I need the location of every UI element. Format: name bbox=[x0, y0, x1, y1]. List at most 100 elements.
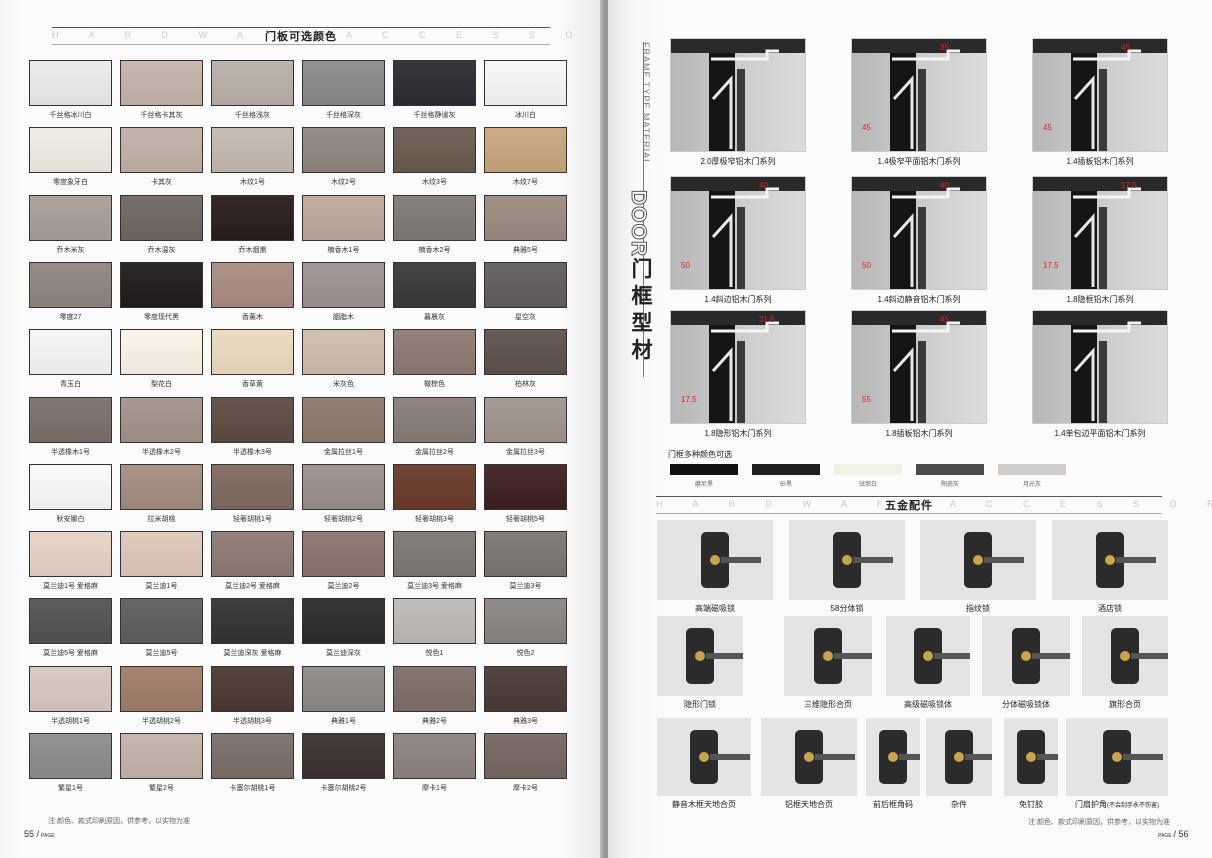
swatch-label: 典雅2号 bbox=[422, 717, 447, 725]
frame-profile-label: 1.8隐框铝木门系列 bbox=[1066, 295, 1134, 304]
swatch-label: 半透橡木2号 bbox=[142, 448, 181, 456]
color-swatch: 木纹7号 bbox=[484, 127, 567, 187]
swatch-chip bbox=[302, 60, 385, 106]
swatch-label: 卡其灰 bbox=[151, 179, 172, 187]
right-page: FRAME TYPE MATERIAL DOOR 门 框 型 材 2.0厚极窄铝… bbox=[608, 0, 1212, 858]
hardware-image bbox=[657, 718, 751, 796]
color-swatch: 柏林灰 bbox=[484, 329, 567, 389]
color-swatch: 轻奢胡桃3号 bbox=[393, 463, 476, 524]
color-swatch: 木纹2号 bbox=[302, 127, 385, 187]
color-swatch: 木纹1号 bbox=[211, 127, 294, 187]
color-swatch: 典雅5号 bbox=[484, 194, 567, 255]
frame-profile-drawing bbox=[671, 39, 805, 151]
swatch-label: 莫兰迪深灰 bbox=[326, 650, 361, 658]
color-swatch: 繁星2号 bbox=[120, 733, 203, 793]
hardware-drawing bbox=[833, 532, 893, 588]
swatch-label: 半透胡桃1号 bbox=[51, 717, 90, 725]
color-swatch: 拉米胡桃 bbox=[120, 463, 203, 524]
dimension-label: 55 bbox=[862, 395, 871, 404]
hardware-item: 前后框角码 bbox=[866, 718, 920, 810]
frame-profile: 45 55 1.8插板铝木门系列 bbox=[851, 310, 987, 439]
color-swatch: 金属拉丝2号 bbox=[393, 396, 476, 457]
swatch-chip bbox=[120, 531, 203, 578]
swatch-chip bbox=[393, 665, 476, 712]
hardware-item: 铝框天地合页 bbox=[761, 718, 857, 810]
swatch-label: 莫兰迪5号 bbox=[145, 650, 178, 658]
swatch-label: 轻奢胡桃3号 bbox=[415, 515, 454, 523]
color-swatch: 楠香木2号 bbox=[393, 194, 476, 255]
frame-color-label: 磨尼黑 bbox=[694, 482, 713, 488]
hardware-label: 分体磁吸锁体 bbox=[1002, 700, 1050, 709]
swatch-chip bbox=[29, 733, 112, 779]
swatch-label: 千丝格静谧灰 bbox=[413, 112, 456, 119]
swatch-chip bbox=[484, 733, 567, 779]
swatch-chip bbox=[393, 194, 476, 241]
hardware-image bbox=[920, 520, 1036, 600]
swatch-label: 半透橡木1号 bbox=[51, 448, 90, 456]
frame-profile-label: 1.8插板铝木门系列 bbox=[885, 429, 953, 438]
swatch-chip bbox=[484, 598, 567, 645]
swatch-label: 柏林灰 bbox=[515, 381, 536, 389]
footnote-right: 注:颜色、款式印刷原因，供参考，以实物为准 bbox=[1028, 819, 1170, 826]
color-swatch: 轻奢胡桃1号 bbox=[211, 463, 294, 524]
swatch-label: 金属拉丝2号 bbox=[415, 448, 454, 456]
hardware-label: 三维隐形合页 bbox=[804, 700, 852, 709]
frame-profile-image: 45 45 bbox=[1032, 38, 1168, 152]
color-swatch: 莫兰迪5号 爱格麻 bbox=[29, 598, 112, 658]
hardware-image bbox=[784, 616, 872, 696]
frame-color-bar bbox=[998, 464, 1066, 475]
dimension-label: 45 bbox=[1043, 123, 1052, 132]
hardware-label: 门扇护角(不会刮手永不伤害) bbox=[1075, 800, 1159, 809]
swatch-chip bbox=[393, 60, 476, 106]
hardware-drawing bbox=[795, 730, 855, 784]
swatch-chip bbox=[393, 531, 476, 578]
hardware-item: 杂件 bbox=[926, 718, 992, 810]
color-swatch: 乔木烟熏 bbox=[211, 194, 294, 255]
hardware-label: 酒店锁 bbox=[1098, 604, 1122, 613]
hardware-label: 高端磁吸锁 bbox=[695, 604, 735, 613]
dimension-label: 17.5 bbox=[1121, 181, 1137, 190]
color-swatch: 暮晨灰 bbox=[393, 261, 476, 322]
swatch-chip bbox=[120, 60, 203, 106]
swatch-label: 木纹1号 bbox=[240, 179, 265, 187]
color-swatch: 典雅3号 bbox=[484, 665, 567, 726]
hardware-drawing bbox=[1017, 730, 1058, 784]
hardware-label: 前后框角码 bbox=[873, 800, 913, 809]
swatch-label: 繁星2号 bbox=[149, 785, 174, 792]
swatch-label: 金属拉丝3号 bbox=[506, 448, 545, 456]
swatch-chip bbox=[302, 329, 385, 376]
frame-color-bar bbox=[752, 464, 820, 475]
dimension-label: 45 bbox=[1121, 43, 1130, 52]
frame-profile-label: 1.4极窄平面铝木门系列 bbox=[877, 157, 961, 166]
swatch-label: 半透橡木3号 bbox=[233, 448, 272, 456]
swatch-label: 千丝格冰川白 bbox=[49, 112, 92, 119]
dimension-label: 45 bbox=[940, 315, 949, 324]
frame-profile: 1.4单包边平面铝木门系列 bbox=[1032, 310, 1168, 439]
swatch-chip bbox=[211, 329, 294, 376]
hardware-drawing bbox=[964, 532, 1024, 588]
color-swatch: 香薰木 bbox=[211, 261, 294, 322]
hardware-item: 三维隐形合页 bbox=[784, 616, 872, 710]
color-swatch: 金属拉丝1号 bbox=[302, 396, 385, 457]
footnote: 注:颜色、款式印刷原因，供参考，以实物为准 bbox=[48, 818, 190, 825]
swatch-label: 摩卡2号 bbox=[513, 785, 538, 792]
swatch-label: 金属拉丝1号 bbox=[324, 448, 363, 456]
color-swatch: 卡塞尔胡桃1号 bbox=[211, 733, 294, 793]
frame-profile-image: 35 45 bbox=[851, 38, 987, 152]
color-swatch: 零度现代黑 bbox=[120, 261, 203, 322]
hardware-image bbox=[1066, 718, 1168, 796]
frame-color-label: 砂黑 bbox=[779, 482, 792, 488]
color-swatch: 星空灰 bbox=[484, 261, 567, 322]
color-swatch: 青玉白 bbox=[29, 329, 112, 389]
color-swatch: 莫兰迪深灰 bbox=[302, 598, 385, 658]
swatch-chip bbox=[393, 598, 476, 645]
swatch-chip bbox=[484, 127, 567, 174]
swatch-label: 摩卡1号 bbox=[422, 785, 447, 792]
swatch-label: 莫兰迪1号 bbox=[145, 583, 178, 591]
color-swatch: 莫兰迪3号 爱格麻 bbox=[393, 531, 476, 591]
left-page: H A R D W A R E A C C E S S O R I E S 门板… bbox=[0, 0, 604, 858]
hardware-image bbox=[761, 718, 857, 796]
swatch-chip bbox=[393, 329, 476, 376]
hardware-image bbox=[657, 616, 743, 696]
frame-profile-label: 1.4斜边铝木门系列 bbox=[704, 295, 772, 304]
